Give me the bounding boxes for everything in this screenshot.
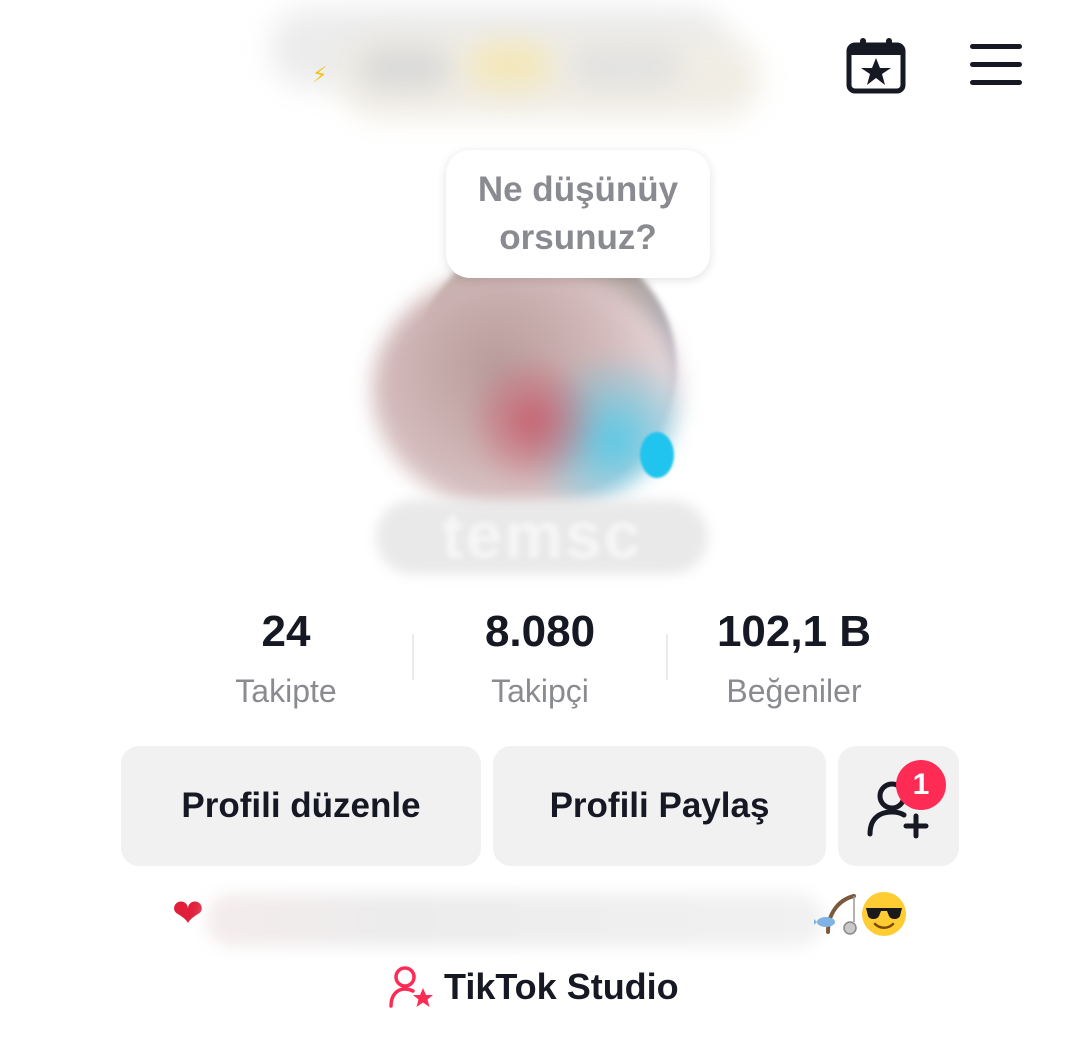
stat-following[interactable]: 24 Takipte bbox=[166, 604, 406, 720]
note-bubble[interactable]: Ne düşünüyorsunuz? bbox=[446, 150, 710, 278]
edit-profile-button[interactable]: Profili düzenle bbox=[121, 746, 481, 866]
tiktok-studio-link[interactable]: TikTok Studio bbox=[388, 960, 679, 1014]
note-bubble-text: Ne düşünüyorsunuz? bbox=[477, 170, 679, 257]
fishing-pole-icon bbox=[814, 894, 857, 935]
menu-icon-bar bbox=[970, 44, 1022, 49]
heart-emoji: ❤ bbox=[172, 893, 204, 935]
stat-likes-label: Beğeniler bbox=[726, 673, 862, 709]
stat-likes[interactable]: 102,1 B Beğeniler bbox=[674, 604, 914, 720]
tiktok-studio-label: TikTok Studio bbox=[444, 966, 679, 1007]
avatar-add-badge[interactable] bbox=[640, 432, 674, 478]
username-blurred[interactable] bbox=[270, 8, 770, 128]
avatar-image bbox=[372, 266, 682, 516]
lightning-icon: ⚡ bbox=[312, 62, 328, 87]
menu-button[interactable] bbox=[968, 42, 1026, 88]
stat-following-value: 24 bbox=[261, 607, 311, 656]
share-profile-button[interactable]: Profili Paylaş bbox=[493, 746, 826, 866]
add-friends-button[interactable]: 1 bbox=[838, 746, 959, 866]
stat-divider bbox=[666, 634, 668, 680]
display-name-text: temsc bbox=[441, 498, 643, 572]
menu-icon-bar bbox=[970, 62, 1022, 67]
notification-badge: 1 bbox=[896, 760, 946, 810]
avatar[interactable] bbox=[372, 236, 692, 516]
stat-divider bbox=[412, 634, 414, 680]
creator-star-icon bbox=[389, 966, 433, 1008]
sunglasses-face-icon bbox=[862, 892, 906, 936]
stat-likes-value: 102,1 B bbox=[716, 607, 872, 656]
stat-followers-value: 8.080 bbox=[484, 607, 596, 656]
menu-icon-bar bbox=[970, 80, 1022, 85]
stat-followers-label: Takipçi bbox=[491, 673, 589, 709]
bio-text-blurred bbox=[206, 894, 824, 946]
stat-following-label: Takipte bbox=[235, 673, 337, 709]
calendar-star-button[interactable] bbox=[846, 36, 906, 96]
stat-followers[interactable]: 8.080 Takipçi bbox=[420, 604, 660, 720]
calendar-star-icon bbox=[846, 38, 906, 94]
